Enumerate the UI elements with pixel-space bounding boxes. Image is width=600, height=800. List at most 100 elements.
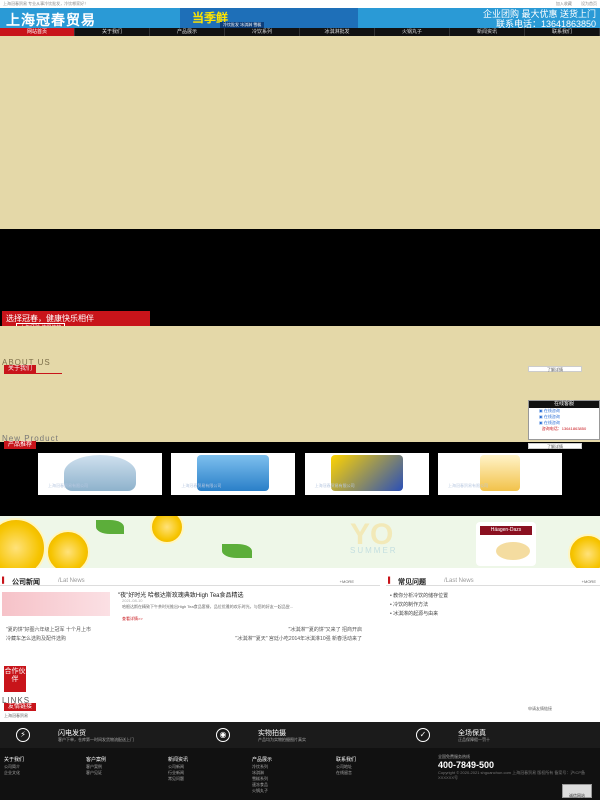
news-list: "夏的饼"好图六年级上冠军 十个月上市 "冰淇淋""夏的饼"又来了 招商开启 冷… (6, 626, 382, 644)
leaf-image (222, 544, 252, 558)
shield-icon: ✓ (416, 728, 430, 742)
faq-more-link[interactable]: +MORE (582, 579, 596, 584)
ice-cream-cup-image: Häagen-Dazs (476, 522, 536, 566)
nav-item-about[interactable]: 关于我们 (75, 28, 150, 36)
news-featured-more[interactable]: 查看详情>> (122, 616, 143, 622)
online-qq-label: 在线咨询 (543, 420, 560, 425)
news-featured-desc: 哈根达斯在精致下午茶时光推出High Tea食品套餐，品位优雅的欢乐时光，与您的… (122, 604, 294, 609)
faq-item[interactable]: • 冷饮的制作方法 (390, 601, 448, 610)
news-header: ▌ 公司新闻 /Lat News +MORE (0, 576, 380, 586)
online-service-panel: 在线客服 ▣ 在线咨询 ▣ 在线咨询 ▣ 在线咨询 咨询电话：136418638… (528, 400, 600, 440)
topbar-welcome: 上海冠春贸易 专业从事冷饮批发，冷饮哪家好！ (3, 1, 89, 6)
faq-header: ▌ 常见问题 /Last News +MORE (386, 576, 600, 586)
news-item-tag: "冰淇淋""夏的饼"又来了 招商开启 (288, 627, 363, 633)
product-watermark: 上海冠春贸易有限公司 (181, 483, 222, 488)
top-bar: 上海冠春贸易 专业从事冷饮批发，冷饮哪家好！ 加入收藏 设为首页 (0, 0, 600, 8)
online-phone-number: 13641863850 (561, 426, 587, 431)
brand-label: Häagen-Dazs (480, 526, 532, 535)
lightning-icon: ⚡ (16, 728, 30, 742)
nav-item-cold-drinks[interactable]: 冷饮系列 (225, 28, 300, 36)
partners-tag: 合作伙伴 (4, 666, 26, 692)
footer-copyright: Copyright © 2020-2021 shguanchun.com 上海冠… (438, 770, 585, 780)
footer-link[interactable]: 常见问题 (168, 776, 188, 782)
footer-link[interactable]: 在线留言 (336, 770, 356, 776)
product-list: 上海冠春贸易有限公司 上海冠春贸易有限公司 上海冠春贸易有限公司 上海冠春贸易有… (38, 453, 562, 495)
site-header: 上海冠春贸易 当季鲜 冷饮批发 冰淇淋 雪糕 企业团购 最大优惠 送货上门 联系… (0, 8, 600, 30)
nav-item-hotpot[interactable]: 火锅丸子 (375, 28, 450, 36)
lemon-image (150, 516, 184, 544)
news-thumbnail[interactable] (2, 592, 110, 616)
site-logo[interactable]: 上海冠春贸易 (6, 10, 96, 30)
online-qq-label: 在线咨询 (543, 408, 560, 413)
service-desc: 客户下单，仓库第一时间发货物流配送上门 (58, 737, 134, 742)
header-slogan: 企业团购 最大优惠 送货上门 联系电话：13641863850 (483, 9, 596, 29)
footer-link[interactable]: 客户见证 (86, 770, 106, 776)
footer-col-about: 关于我们 公司简介 企业文化 (4, 756, 24, 776)
products-title: 产品推荐 (4, 441, 37, 449)
promo-banner: 当季鲜 冷饮批发 冰淇淋 雪糕 (180, 8, 358, 28)
news-item-title: 冷藏车怎么选购及配件选购 (6, 636, 67, 642)
footer-link[interactable]: 火锅丸子 (252, 788, 272, 794)
faq-en-title: /Last News (444, 578, 474, 584)
links-section: LINKS 友情链接 申请友情链接 上海冠春贸易 (0, 696, 600, 722)
about-more-button[interactable]: 了解详情 (528, 366, 582, 372)
friend-link[interactable]: 上海冠春贸易 (4, 713, 28, 719)
nav-item-contact[interactable]: 联系我们 (525, 28, 600, 36)
lemon-image (568, 534, 600, 568)
footer-col-heading[interactable]: 新闻资讯 (168, 756, 188, 764)
product-card[interactable]: 上海冠春贸易有限公司 (437, 453, 562, 495)
faq-item-text: 教你分析冷饮的储存位置 (393, 593, 449, 599)
service-bar: ⚡ 闪电发货 客户下单，仓库第一时间发货物流配送上门 ◉ 实物拍摄 产品均为实物… (0, 722, 600, 748)
add-favorite-link[interactable]: 加入收藏 (556, 1, 572, 6)
service-item-fast-shipping: ⚡ 闪电发货 客户下单，仓库第一时间发货物流配送上门 (0, 722, 200, 748)
about-section (0, 326, 600, 442)
apply-link-button[interactable]: 申请友情链接 (528, 706, 552, 712)
summer-banner: YO SUMMER Häagen-Dazs (0, 516, 600, 568)
faq-list: • 教你分析冷饮的储存位置 • 冷饮的制作方法 • 冰淇淋的起源与由来 (390, 592, 448, 619)
footer-col-heading[interactable]: 客户案例 (86, 756, 106, 764)
service-item-real-photo: ◉ 实物拍摄 产品均为实物拍摄图片真实 (200, 722, 400, 748)
faq-title: 常见问题 (398, 579, 426, 586)
faq-marker-icon: ▌ (388, 578, 393, 584)
header-slogan-line1: 企业团购 最大优惠 送货上门 (482, 9, 596, 19)
product-card[interactable]: 上海冠春贸易有限公司 (171, 453, 296, 495)
topbar-links: 加入收藏 设为首页 (548, 0, 597, 8)
lemon-image (46, 530, 90, 568)
main-nav: 网站首页 关于我们 产品展示 冷饮系列 冰淇淋批发 火锅丸子 新闻资讯 联系我们 (0, 28, 600, 36)
news-list-item[interactable]: 冷藏车怎么选购及配件选购 "冰淇淋""夏天" 宫廷小吃2014年冰淇淋10强 新… (6, 635, 382, 644)
news-title: 公司新闻 (12, 579, 40, 586)
products-more-button[interactable]: 了解详情 (528, 443, 582, 449)
faq-item[interactable]: • 冰淇淋的起源与由来 (390, 610, 448, 619)
footer-hotline-number: 400-7849-500 (438, 760, 495, 770)
news-en-title: /Lat News (58, 578, 85, 584)
lemon-image (0, 518, 46, 568)
about-underline (4, 373, 62, 374)
nav-item-products[interactable]: 产品展示 (150, 28, 225, 36)
nav-item-news[interactable]: 新闻资讯 (450, 28, 525, 36)
set-homepage-link[interactable]: 设为首页 (581, 1, 597, 6)
service-desc: 正品保障假一罚十 (458, 737, 490, 742)
faq-section: ▌ 常见问题 /Last News +MORE • 教你分析冷饮的储存位置 • … (386, 576, 600, 656)
online-phone-label: 咨询电话： (541, 426, 562, 431)
trust-badge[interactable]: 诚信网站 (562, 784, 592, 798)
product-watermark: 上海冠春贸易有限公司 (48, 483, 88, 488)
news-more-link[interactable]: +MORE (340, 579, 354, 584)
nav-item-home[interactable]: 网站首页 (0, 28, 75, 36)
online-service-title: 在线客服 (529, 401, 599, 408)
news-item-title: "夏的饼"好图六年级上冠军 十个月上市 (6, 627, 91, 633)
footer-col-news: 新闻资讯 公司新闻 行业新闻 常见问题 (168, 756, 188, 782)
footer-col-heading[interactable]: 联系我们 (336, 756, 356, 764)
product-card[interactable]: 上海冠春贸易有限公司 (38, 453, 162, 495)
nav-item-ice-cream[interactable]: 冰淇淋批发 (300, 28, 375, 36)
footer-link[interactable]: 企业文化 (4, 770, 24, 776)
online-phone: 咨询电话：13641863850 (529, 426, 599, 432)
footer-col-heading[interactable]: 产品展示 (252, 756, 272, 764)
footer-col-heading[interactable]: 关于我们 (4, 756, 24, 764)
faq-item[interactable]: • 教你分析冷饮的储存位置 (390, 592, 448, 601)
footer-col-products: 产品展示 冷饮系列 冰淇淋 雪糕系列 速冻食品 火锅丸子 (252, 756, 272, 794)
news-list-item[interactable]: "夏的饼"好图六年级上冠军 十个月上市 "冰淇淋""夏的饼"又来了 招商开启 (6, 626, 382, 635)
links-title: 友情链接 (4, 703, 37, 711)
summer-text: SUMMER (350, 546, 398, 555)
product-watermark: 上海冠春贸易有限公司 (314, 483, 355, 488)
product-card[interactable]: 上海冠春贸易有限公司 (304, 453, 429, 495)
